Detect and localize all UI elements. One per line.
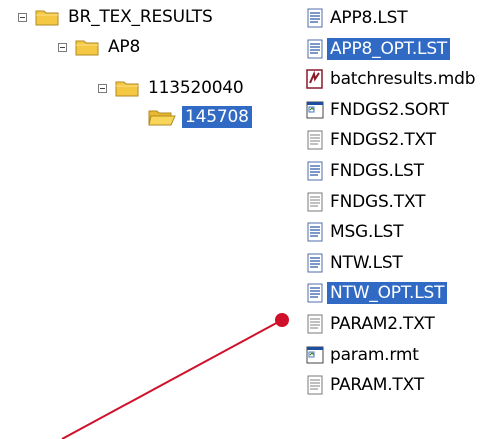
annotation-dot — [275, 313, 289, 327]
annotation-pointer — [61, 313, 289, 439]
annotation-line — [61, 319, 283, 439]
